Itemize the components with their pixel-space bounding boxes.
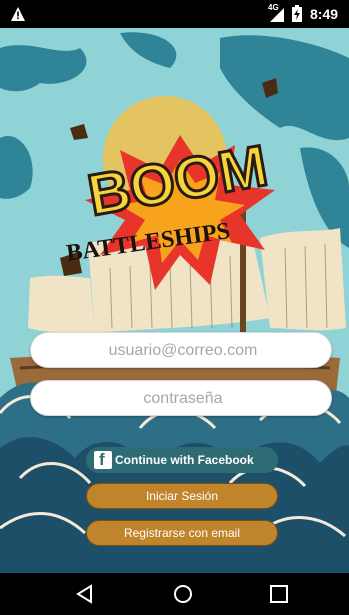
recent-apps-icon[interactable] <box>268 583 290 605</box>
register-email-button[interactable]: Registrarse con email <box>86 520 278 546</box>
facebook-login-label: Continue with Facebook <box>115 453 254 467</box>
email-field-container <box>30 332 335 369</box>
clock: 8:49 <box>310 6 339 22</box>
password-field-container <box>30 380 335 417</box>
warning-icon <box>11 7 25 21</box>
email-field[interactable] <box>31 333 335 369</box>
facebook-icon: f <box>94 450 112 469</box>
navigation-bar <box>0 573 349 615</box>
boom-battleships-logo: BOOM BATTLESHIPS <box>65 132 275 290</box>
facebook-login-button[interactable]: f Continue with Facebook <box>86 447 278 473</box>
signal-icon <box>270 8 284 22</box>
login-button[interactable]: Iniciar Sesión <box>86 483 278 509</box>
status-bar: 4G 8:49 <box>0 0 349 28</box>
battery-icon <box>292 5 302 22</box>
login-screen: 4G 8:49 BOOM BATTLESHIPS usuario@correo.… <box>0 0 349 615</box>
home-icon[interactable] <box>172 583 194 605</box>
password-field[interactable] <box>31 381 335 417</box>
back-icon[interactable] <box>74 583 96 605</box>
